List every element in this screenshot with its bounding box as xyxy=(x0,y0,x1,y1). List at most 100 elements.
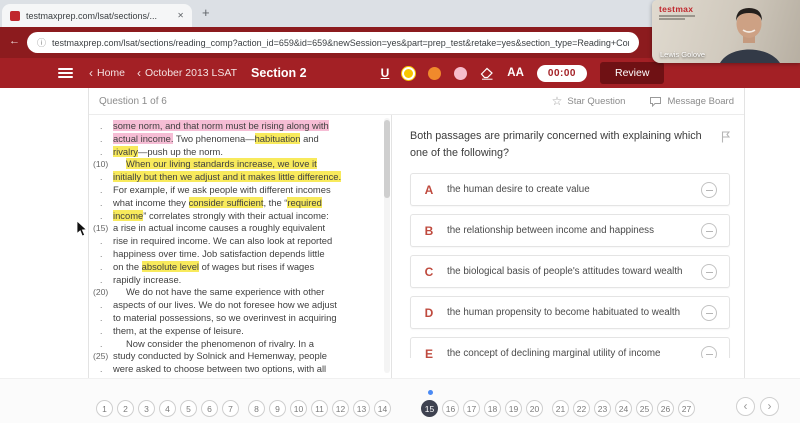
passage-line[interactable]: . to material possessions, so we overinve… xyxy=(89,312,391,325)
testmax-logo: testmax xyxy=(659,4,694,14)
passage-line[interactable]: . Now consider the phenomenon of rivalry.… xyxy=(89,338,391,351)
question-number-5[interactable]: 5 xyxy=(180,400,197,417)
eliminate-answer-button[interactable] xyxy=(701,304,717,321)
font-size-button[interactable]: AA xyxy=(507,67,524,79)
passage-line[interactable]: . income” correlates strongly with their … xyxy=(89,209,391,223)
timer[interactable]: 00:00 xyxy=(536,64,587,82)
passage-question-group: 21 22 23 24 25 26 27 xyxy=(552,400,695,417)
question-number-11[interactable]: 11 xyxy=(311,400,328,417)
highlighter-yellow-button[interactable] xyxy=(402,66,416,80)
question-number-22[interactable]: 22 xyxy=(573,400,590,417)
question-number-18[interactable]: 18 xyxy=(484,400,501,417)
nav-test[interactable]: ‹ October 2013 LSAT xyxy=(137,67,237,79)
pagination-next-button[interactable]: › xyxy=(760,397,779,416)
tab-title: testmaxprep.com/lsat/sections/... xyxy=(26,10,158,21)
yellow-highlight: habituation xyxy=(254,132,301,144)
passage-line[interactable]: . aspects of our lives. We do not foresee… xyxy=(89,299,391,312)
line-marker: . xyxy=(100,172,103,183)
pagination-bar: 1 2 3 4 5 6 7 8 9 10 11 12 13 14 15 16 17 18 19 20 21 22 23 24 2… xyxy=(0,378,800,423)
answer-choice-A[interactable]: Athe human desire to create value xyxy=(410,173,730,207)
passage-line[interactable]: . actual income. Two phenomena—habituatio… xyxy=(89,132,391,146)
flag-icon[interactable] xyxy=(721,130,731,148)
passage-line[interactable]: . happiness over time. Job satisfaction d… xyxy=(89,248,391,261)
answer-choice-D[interactable]: Dthe human propensity to become habituat… xyxy=(410,296,730,330)
answer-choice-E[interactable]: Ethe concept of declining marginal utili… xyxy=(410,337,730,358)
menu-icon[interactable] xyxy=(58,66,73,80)
message-board-button[interactable]: Message Board xyxy=(649,96,734,107)
question-number-25[interactable]: 25 xyxy=(636,400,653,417)
pagination-prev-button[interactable]: ‹ xyxy=(736,397,755,416)
highlighter-orange-button[interactable] xyxy=(428,66,442,80)
question-number-13[interactable]: 13 xyxy=(353,400,370,417)
text-segment: were asked to choose between two options… xyxy=(113,363,327,375)
line-marker: . xyxy=(100,210,103,221)
url-field[interactable]: ⓘ testmaxprep.com/lsat/sections/reading_… xyxy=(27,32,639,53)
passage-scrollbar[interactable] xyxy=(384,118,390,373)
question-number-15[interactable]: 15 xyxy=(421,400,438,417)
minus-icon xyxy=(705,271,713,274)
eliminate-answer-button[interactable] xyxy=(701,345,717,358)
star-question-button[interactable]: ☆ Star Question xyxy=(552,95,626,107)
question-number-19[interactable]: 19 xyxy=(505,400,522,417)
answer-choice-B[interactable]: Bthe relationship between income and hap… xyxy=(410,214,730,248)
question-number-10[interactable]: 10 xyxy=(290,400,307,417)
question-number-16[interactable]: 16 xyxy=(442,400,459,417)
passage-line[interactable]: . rapidly increase. xyxy=(89,274,391,287)
question-pagination: 1 2 3 4 5 6 7 8 9 10 11 12 13 14 15 16 17 18 19 20 21 22 23 24 2… xyxy=(96,400,695,417)
passage-line[interactable]: . rivalry—push up the norm. xyxy=(89,145,391,159)
passage-line[interactable]: . on the absolute level of wages but rise… xyxy=(89,260,391,274)
passage-line[interactable]: (15) a rise in actual income causes a rou… xyxy=(89,222,391,235)
minus-icon xyxy=(705,230,713,233)
text-segment: to material possessions, so we overinves… xyxy=(113,311,337,323)
line-marker: (10) xyxy=(93,159,109,170)
passage-line[interactable]: . initially but then we adjust and it mak… xyxy=(89,171,391,184)
passage-line[interactable]: (25) study conducted by Solnick and Hemen… xyxy=(89,350,391,363)
page-info-icon[interactable]: ⓘ xyxy=(37,36,46,49)
tab-close-icon[interactable]: ✕ xyxy=(177,11,184,20)
question-number-20[interactable]: 20 xyxy=(526,400,543,417)
passage-line[interactable]: (10) When our living standards increase, … xyxy=(89,158,391,171)
line-marker: . xyxy=(100,236,103,247)
scrollbar-thumb[interactable] xyxy=(384,120,390,198)
passage-line[interactable]: . rise in required income. We can also lo… xyxy=(89,235,391,248)
text-segment: happiness over time. Job satisfaction de… xyxy=(113,247,325,259)
eliminate-answer-button[interactable] xyxy=(701,181,717,198)
question-number-21[interactable]: 21 xyxy=(552,400,569,417)
question-number-1[interactable]: 1 xyxy=(96,400,113,417)
browser-back-icon[interactable]: ← xyxy=(9,35,20,47)
eliminate-answer-button[interactable] xyxy=(701,263,717,280)
question-number-6[interactable]: 6 xyxy=(201,400,218,417)
highlighter-pink-button[interactable] xyxy=(454,66,468,80)
question-number-2[interactable]: 2 xyxy=(117,400,134,417)
question-number-3[interactable]: 3 xyxy=(138,400,155,417)
question-number-7[interactable]: 7 xyxy=(222,400,239,417)
passage-panel[interactable]: . some norm, and that norm must be rising… xyxy=(89,115,392,378)
question-number-27[interactable]: 27 xyxy=(678,400,695,417)
question-number-24[interactable]: 24 xyxy=(615,400,632,417)
question-number-8[interactable]: 8 xyxy=(248,400,265,417)
review-button[interactable]: Review xyxy=(600,62,665,84)
question-number-17[interactable]: 17 xyxy=(463,400,480,417)
question-number-12[interactable]: 12 xyxy=(332,400,349,417)
line-text: on the absolute level of wages but rises… xyxy=(113,260,391,274)
question-number-14[interactable]: 14 xyxy=(374,400,391,417)
nav-home[interactable]: ‹ Home xyxy=(89,67,125,79)
eliminate-answer-button[interactable] xyxy=(701,222,717,239)
passage-line[interactable]: (20) We do not have the same experience w… xyxy=(89,286,391,299)
passage-line[interactable]: . For example, if we ask people with diff… xyxy=(89,184,391,197)
line-text: actual income. Two phenomena—habituation… xyxy=(113,132,391,146)
choice-letter: C xyxy=(424,264,434,279)
question-number-4[interactable]: 4 xyxy=(159,400,176,417)
question-number-23[interactable]: 23 xyxy=(594,400,611,417)
passage-line[interactable]: . were asked to choose between two option… xyxy=(89,363,391,376)
passage-line[interactable]: . what income they consider sufficient, t… xyxy=(89,196,391,210)
underline-tool-button[interactable]: U xyxy=(381,66,390,80)
answer-choice-C[interactable]: Cthe biological basis of people's attitu… xyxy=(410,255,730,289)
passage-line[interactable]: . some norm, and that norm must be rising… xyxy=(89,120,391,133)
passage-line[interactable]: . them, at the expense of leisure. xyxy=(89,325,391,338)
browser-tab[interactable]: testmaxprep.com/lsat/sections/... ✕ xyxy=(2,4,192,27)
question-number-26[interactable]: 26 xyxy=(657,400,674,417)
question-number-9[interactable]: 9 xyxy=(269,400,286,417)
new-tab-button[interactable]: + xyxy=(202,5,210,20)
eraser-icon[interactable] xyxy=(480,67,494,80)
